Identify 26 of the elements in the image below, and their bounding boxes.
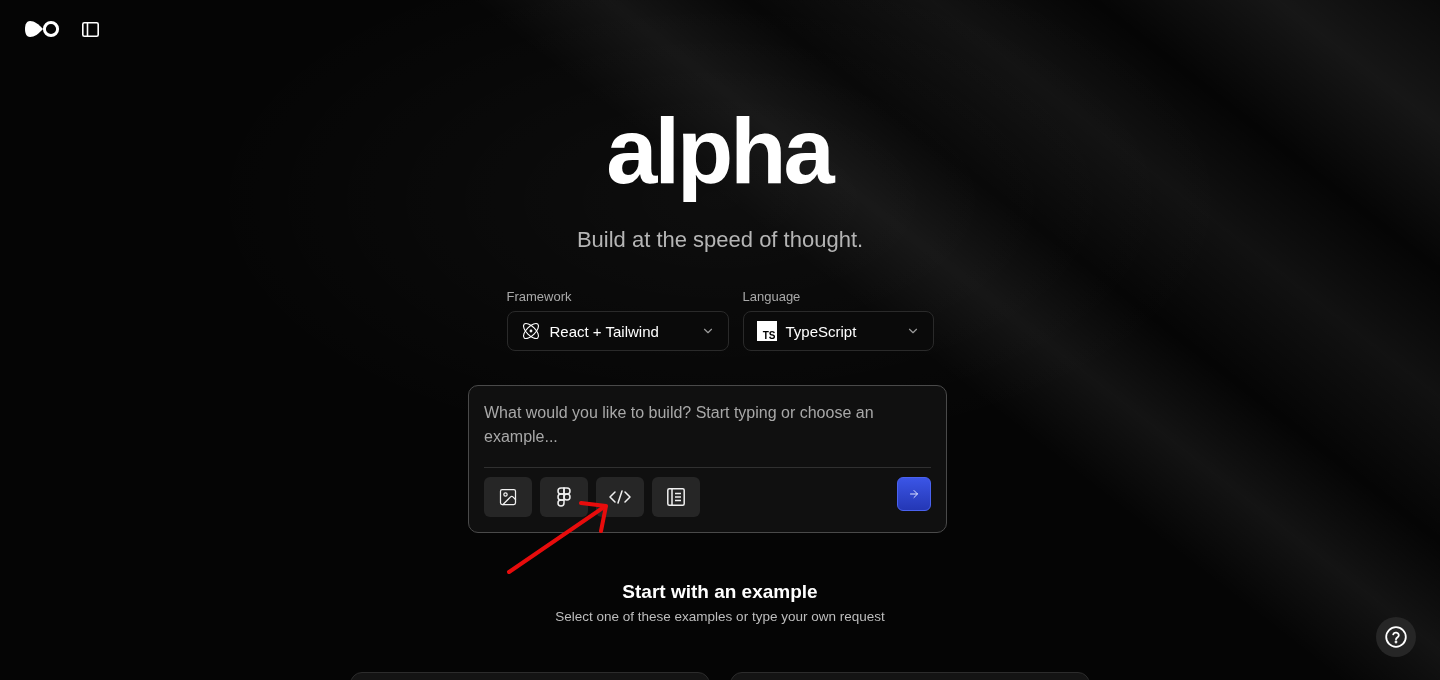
section-subtitle: Select one of these examples or type your own request: [555, 608, 885, 627]
send-button[interactable]: [897, 477, 931, 512]
language-badge: TS: [756, 321, 777, 342]
image-icon: [498, 487, 518, 508]
document-icon: [667, 488, 685, 507]
sidebar-toggle-icon[interactable]: [82, 21, 99, 37]
infinity-logo-icon[interactable]: [24, 20, 60, 38]
image-upload-button[interactable]: [484, 477, 532, 518]
figma-import-button[interactable]: [540, 477, 588, 518]
tagline: Build at the speed of thought.: [576, 226, 864, 255]
code-button[interactable]: [596, 477, 644, 518]
document-button[interactable]: [652, 477, 700, 518]
section-heading: Start with an example: [622, 580, 818, 605]
prompt-input[interactable]: What would you like to build? Start typing or choose an example...: [484, 401, 931, 458]
dropdown-select[interactable]: TS TypeScript: [742, 311, 934, 352]
logo-wordmark: alpha: [605, 99, 834, 204]
help-button[interactable]: [1376, 617, 1416, 657]
field-label: Language: [742, 289, 802, 306]
arrow-right-icon: [908, 488, 920, 501]
field-label: Framework: [506, 289, 573, 306]
code-icon: [609, 490, 631, 505]
atom-icon: [520, 321, 541, 342]
dropdown-select[interactable]: React + Tailwind: [506, 311, 729, 352]
help-icon: [1385, 626, 1407, 648]
figma-icon: [557, 487, 571, 508]
prompt-box[interactable]: What would you like to build? Start typing or choose an example...: [468, 385, 947, 534]
